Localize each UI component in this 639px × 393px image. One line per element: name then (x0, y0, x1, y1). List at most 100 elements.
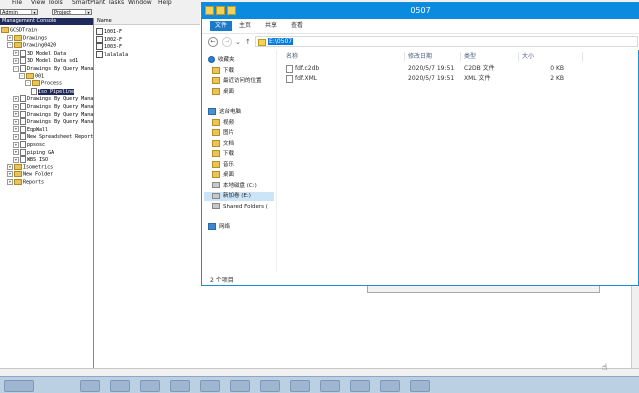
tree-node[interactable]: + Isometrics (7, 163, 53, 171)
nav-item[interactable]: 这台电脑 (208, 108, 241, 117)
tree-node[interactable]: + Drawings By Query Mana (13, 110, 93, 118)
list-item[interactable]: 1002-F (96, 35, 122, 43)
taskbar-button[interactable] (230, 380, 250, 392)
taskbar-button[interactable] (410, 380, 430, 392)
nav-item[interactable]: 文档 (212, 139, 234, 149)
chevron-down-icon[interactable]: ▾ (31, 10, 37, 15)
forward-button[interactable]: → (222, 37, 232, 47)
ribbon-tab[interactable]: 文件 (210, 21, 232, 31)
nav-item[interactable]: 网络 (208, 223, 230, 232)
ribbon-tab[interactable]: 共享 (262, 21, 280, 31)
tree-node[interactable]: - Process (25, 80, 62, 87)
menu-item[interactable]: File (12, 0, 22, 6)
taskbar-button[interactable] (80, 380, 100, 392)
column-header[interactable]: 名称 (286, 52, 405, 62)
collapse-icon[interactable]: - (7, 42, 13, 49)
nav-item[interactable]: 收藏夹 (208, 56, 235, 65)
collapse-icon[interactable]: - (25, 80, 31, 87)
tree-node[interactable]: + Reports (7, 179, 44, 186)
expand-icon[interactable]: + (7, 163, 13, 170)
project-combo[interactable]: Project ▾ (52, 9, 92, 16)
tree-node[interactable]: + piping GA (13, 148, 54, 156)
tree-node[interactable]: - Drawings By Query Mana (13, 65, 93, 72)
taskbar-button[interactable] (290, 380, 310, 392)
expand-icon[interactable]: + (13, 103, 19, 110)
menu-item[interactable]: Tasks (108, 0, 124, 6)
tree-node[interactable]: +3D Model Data (13, 49, 66, 57)
tree-node[interactable]: + New Folder (7, 171, 53, 178)
tree-node[interactable]: + ppsosc (13, 141, 45, 148)
expand-icon[interactable]: + (13, 156, 19, 163)
tree-node[interactable]: Iso Pipeline (31, 87, 75, 95)
ribbon-tab[interactable]: 查看 (288, 21, 306, 31)
expand-icon[interactable]: + (13, 149, 19, 156)
taskbar-button[interactable] (170, 380, 190, 392)
back-button[interactable]: ← (208, 37, 218, 47)
chevron-down-icon[interactable]: ▾ (85, 10, 91, 15)
start-button[interactable] (4, 380, 34, 392)
expand-icon[interactable]: + (7, 179, 13, 185)
expand-icon[interactable]: + (13, 50, 19, 57)
expand-icon[interactable]: + (7, 171, 13, 178)
nav-item[interactable]: 下载 (212, 150, 234, 159)
expand-icon[interactable]: + (13, 141, 19, 148)
column-header[interactable]: 类型 (464, 52, 519, 62)
collapse-icon[interactable]: - (19, 72, 25, 79)
nav-item[interactable]: 桌面 (212, 171, 234, 180)
menu-item[interactable]: SmartPlant (72, 0, 105, 6)
nav-item[interactable]: Shared Folders ( (212, 203, 268, 212)
nav-item[interactable]: 桌面 (212, 87, 234, 97)
taskbar-button[interactable] (200, 380, 220, 392)
role-combo[interactable]: Admin ▾ (0, 9, 38, 16)
tree-node[interactable]: + Drawings By Query Mana (13, 103, 93, 110)
address-path[interactable]: E:\0507 (268, 38, 294, 45)
menu-item[interactable]: View (31, 0, 45, 6)
taskbar-button[interactable] (110, 380, 130, 392)
menu-item[interactable]: Help (158, 0, 172, 6)
background-scrollbar[interactable] (631, 286, 639, 368)
file-row[interactable]: fdf.c2db 2020/5/7 19:51 C2DB 文件 0 KB (280, 64, 638, 74)
menu-item[interactable]: Tools (48, 0, 63, 6)
expand-icon[interactable]: + (13, 57, 19, 64)
nav-item[interactable]: 最近访问的位置 (212, 77, 262, 86)
column-header[interactable]: 修改日期 (408, 52, 461, 62)
expand-icon[interactable]: + (7, 34, 13, 41)
file-row[interactable]: fdf.XML 2020/5/7 19:51 XML 文件 2 KB (280, 74, 638, 84)
column-header[interactable]: 大小 (522, 52, 583, 62)
list-item[interactable]: lalalala (96, 50, 128, 58)
taskbar-button[interactable] (260, 380, 280, 392)
tree-node[interactable]: + EqpWall (13, 125, 48, 133)
tree-node[interactable]: + Drawings (7, 34, 47, 42)
address-bar[interactable]: E:\0507 (255, 36, 638, 47)
expand-icon[interactable]: + (13, 118, 19, 125)
tree-node[interactable]: GCSDTrain (1, 27, 37, 34)
taskbar-button[interactable] (380, 380, 400, 392)
taskbar-button[interactable] (350, 380, 370, 392)
nav-item[interactable]: 音乐 (212, 160, 234, 170)
list-item[interactable]: 1001-F (96, 28, 122, 35)
list-item[interactable]: 1003-F (96, 43, 122, 50)
tree-node[interactable]: + Drawings By Query Mana (13, 95, 93, 103)
taskbar-button[interactable] (320, 380, 340, 392)
nav-item[interactable]: 本地磁盘 (C:) (212, 182, 257, 191)
expand-icon[interactable]: + (13, 126, 19, 133)
menu-item[interactable]: Window (128, 0, 152, 6)
tree-node[interactable]: + Drawings By Query Mana (13, 118, 93, 126)
explorer-title-bar[interactable]: 0507 (202, 3, 639, 19)
expand-icon[interactable]: + (13, 95, 19, 102)
tree-node[interactable]: - 001 (19, 72, 44, 80)
ribbon-tab[interactable]: 主页 (236, 21, 254, 31)
expand-icon[interactable]: + (13, 133, 19, 140)
tree-node[interactable]: + New Spreadsheet Report (13, 133, 93, 141)
up-button[interactable]: ↑ (245, 38, 251, 46)
nav-item[interactable]: 视频 (212, 118, 234, 128)
nav-item[interactable]: 新加卷 (E:) (204, 192, 274, 201)
nav-item[interactable]: 图片 (212, 129, 234, 138)
nav-item[interactable]: 下载 (212, 66, 234, 76)
tree-node[interactable]: + WBS ISO (13, 156, 48, 164)
list-header-name[interactable]: Name (94, 18, 200, 25)
recent-locations-button[interactable]: ⌄ (235, 38, 241, 46)
expand-icon[interactable]: + (13, 111, 19, 118)
tree-node[interactable]: +3D Model Data sd1 (13, 57, 78, 65)
taskbar-button[interactable] (140, 380, 160, 392)
